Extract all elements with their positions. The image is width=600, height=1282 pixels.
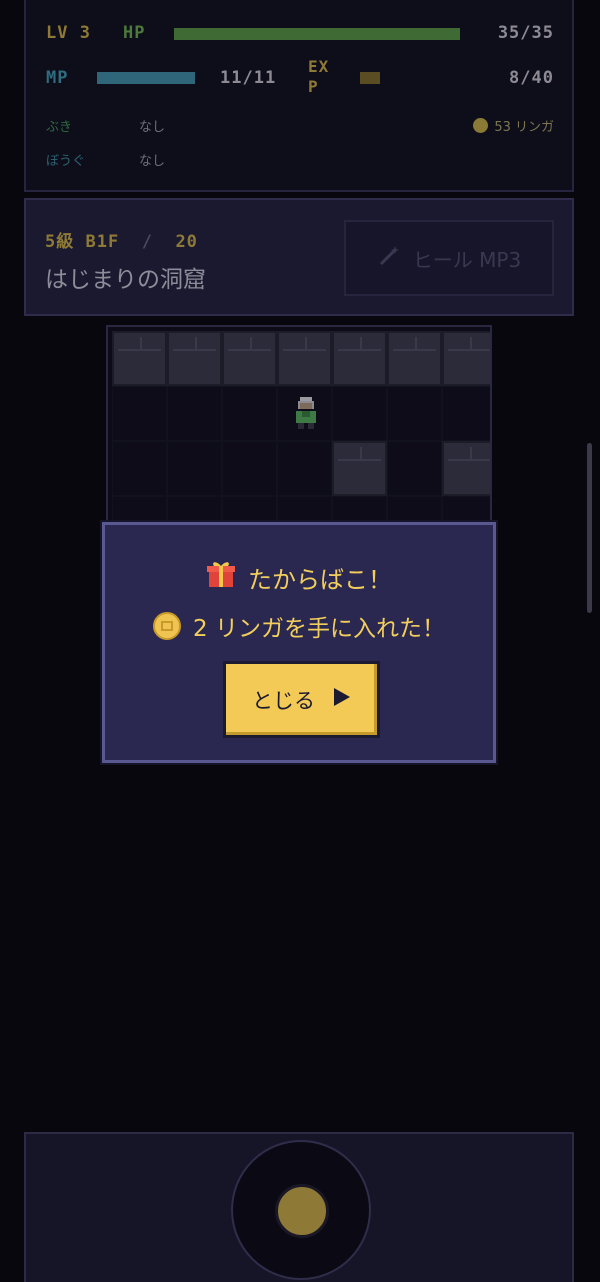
floor-tile [442,386,490,441]
gold-display: 53 リンガ [473,116,554,135]
exp-value: 8/40 [509,68,554,88]
wall-tile [442,331,490,386]
floor-tile [222,441,277,496]
floor-current: B1F [85,232,120,252]
exp-label: EX P [308,57,330,96]
player-character [296,397,316,429]
dialog-title-text: たからばこ！ [248,565,392,594]
level-label: LV 3 [46,23,91,43]
floor-tile [167,496,222,521]
weapon-value: なし [139,120,166,135]
floor-tile [277,441,332,496]
wall-tile [387,331,442,386]
dialog-title: たからばこ！ [105,559,493,595]
coin-icon [153,612,182,640]
mp-label: MP [46,68,69,88]
play-arrow-icon [333,687,351,712]
floor-tile [442,496,490,521]
floor-panel: 5級 B1F / 20 はじまりの洞窟 ヒール MP3 [24,198,574,316]
dialog-message: 2 リンガを手に入れた！ [105,609,493,643]
gold-amount: 53 リンガ [494,120,554,135]
floor-tile [112,386,167,441]
gift-icon [206,559,236,595]
floor-total: 20 [175,232,198,252]
mp-value: 11/11 [220,68,277,88]
treasure-dialog: たからばこ！ 2 リンガを手に入れた！ とじる [102,522,496,763]
floor-tile [167,386,222,441]
magic-wand-icon [377,244,401,273]
exp-bar [360,72,380,84]
wall-tile [277,331,332,386]
mp-bar [97,72,195,84]
hp-bar [174,28,460,40]
dungeon-name: はじまりの洞窟 [45,267,206,293]
floor-tile [222,496,277,521]
dialog-message-text: 2 リンガを手に入れた！ [193,616,445,642]
coin-icon [473,118,489,133]
hp-value: 35/35 [497,23,554,43]
virtual-joystick[interactable] [231,1140,371,1280]
floor-separator: / [141,232,153,252]
armor-label: ぼうぐ [46,154,86,169]
wall-tile [332,331,387,386]
hp-label: HP [123,23,146,43]
joystick-knob[interactable] [275,1184,329,1238]
mp-bar-fill [97,72,195,84]
wall-tile [332,441,387,496]
status-panel: LV 3 HP 35/35 MP 11/11 EX P 8/40 ぶき なし ぼ… [24,0,574,192]
floor-tile [387,496,442,521]
heal-button[interactable]: ヒール MP3 [344,220,554,296]
floor-tile [222,386,277,441]
floor-tile [332,496,387,521]
wall-tile [442,441,490,496]
heal-button-label: ヒール MP3 [412,247,522,272]
close-button[interactable]: とじる [223,661,380,738]
floor-tile [277,496,332,521]
floor-tile [112,441,167,496]
wall-tile [167,331,222,386]
armor-value: なし [139,154,166,169]
hp-bar-fill [174,28,460,40]
dungeon-map[interactable] [106,325,492,523]
floor-indicator: 5級 B1F / 20 [45,227,198,252]
control-panel [24,1132,574,1282]
floor-tile [112,496,167,521]
close-button-label: とじる [252,688,315,713]
game-screen: LV 3 HP 35/35 MP 11/11 EX P 8/40 ぶき なし ぼ… [0,0,600,1282]
floor-tile [332,386,387,441]
scrollbar[interactable] [587,443,592,613]
floor-tile [167,441,222,496]
wall-tile [112,331,167,386]
floor-tile [387,386,442,441]
level-value: 3 [79,23,91,43]
floor-tile [387,441,442,496]
wall-tile [222,331,277,386]
floor-rank: 5級 [45,232,75,252]
weapon-label: ぶき [46,120,73,135]
